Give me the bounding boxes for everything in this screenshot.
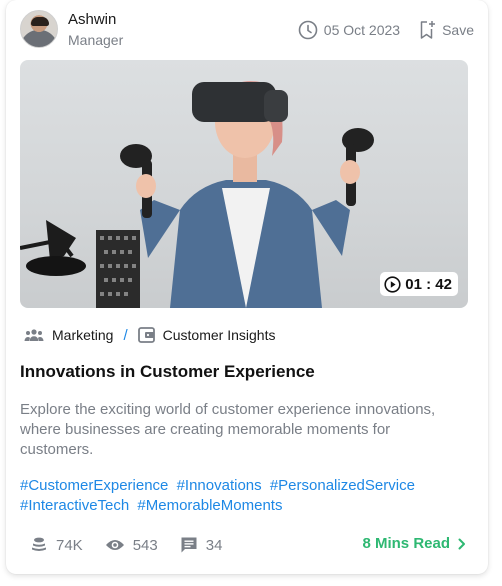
avatar[interactable]	[20, 10, 58, 48]
breadcrumb-separator: /	[123, 326, 128, 344]
breadcrumb-category[interactable]: Marketing	[52, 327, 113, 343]
post-stats: 74K 543 34	[30, 534, 244, 556]
breadcrumb: Marketing / Customer Insights	[24, 324, 275, 346]
views-stat: 543	[105, 537, 158, 554]
read-time-link[interactable]: 8 Mins Read	[362, 535, 466, 552]
post-title[interactable]: Innovations in Customer Experience	[20, 362, 315, 382]
comments-stat[interactable]: 34	[180, 536, 223, 554]
hashtag[interactable]: #InteractiveTech	[20, 497, 129, 514]
read-time-label[interactable]: 8 Mins Read	[362, 535, 450, 552]
comments-count: 34	[205, 536, 223, 554]
hashtag[interactable]: #PersonalizedService	[270, 477, 415, 494]
coins-count: 74K	[56, 536, 83, 554]
coins-stat: 74K	[30, 536, 83, 554]
post-header: Ashwin Manager 05 Oct 2023 Save	[20, 10, 474, 50]
post-card: Ashwin Manager 05 Oct 2023 Save 01: 42 …	[6, 0, 488, 574]
video-duration: 01 : 42	[405, 275, 452, 293]
bookmark-add-icon[interactable]	[418, 20, 436, 40]
clock-icon	[298, 20, 318, 40]
post-meta: 05 Oct 2023 Save	[298, 19, 474, 41]
play-circle-icon	[384, 275, 401, 293]
author-name[interactable]: Ashwin	[68, 11, 116, 28]
coins-icon	[30, 536, 48, 554]
comment-icon	[180, 536, 198, 554]
hashtag-list: #CustomerExperience #Innovations #Person…	[20, 476, 470, 516]
save-button[interactable]: Save	[442, 22, 474, 38]
group-icon	[24, 328, 44, 342]
hashtag[interactable]: #MemorableMoments	[137, 497, 282, 514]
breadcrumb-subcategory[interactable]: Customer Insights	[163, 327, 276, 343]
post-date: 05 Oct 2023	[323, 22, 401, 38]
hashtag[interactable]: #CustomerExperience	[20, 477, 168, 494]
author-role: Manager	[68, 32, 124, 48]
vr-user-image	[20, 81, 374, 308]
wallet-icon	[137, 327, 155, 343]
hashtag[interactable]: #Innovations	[177, 477, 262, 494]
chevron-right-icon[interactable]	[458, 538, 466, 550]
video-duration-badge[interactable]: 01 : 42	[380, 272, 458, 296]
post-description: Explore the exciting world of customer e…	[20, 401, 436, 458]
eye-icon	[105, 538, 125, 552]
views-count: 543	[132, 536, 158, 554]
video-thumbnail[interactable]: 01 : 42	[20, 60, 468, 308]
